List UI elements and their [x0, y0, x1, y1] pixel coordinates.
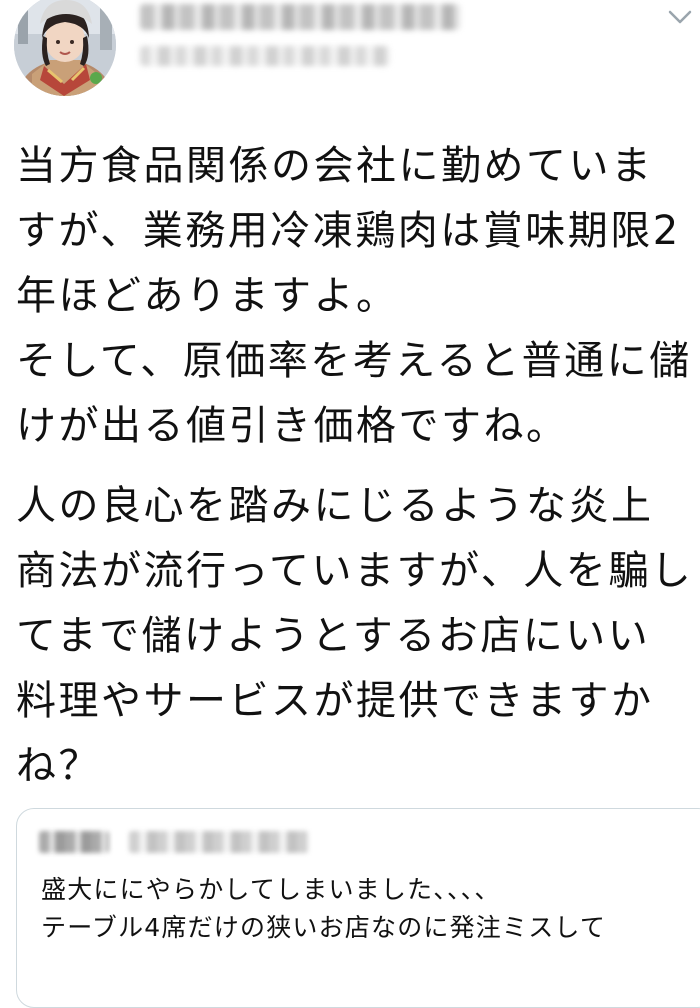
- tweet-line: そして、原価率を考えると普通に儲: [16, 338, 692, 384]
- avatar-photo: [14, 0, 116, 96]
- tweet-line: ね？: [16, 743, 101, 789]
- username-redacted: [140, 46, 390, 66]
- quoted-tweet[interactable]: 盛大ににやらかしてしまいました、、、、 テーブル4席だけの狭いお店なのに発注ミス…: [16, 808, 700, 1008]
- tweet-paragraph-2: 人の良心を踏みにじるような炎上 商法が流行っていますが、人を騙し てまで儲けよう…: [16, 474, 700, 799]
- tweet-line: 年ほどありますよ。: [16, 273, 399, 319]
- quoted-tweet-text: 盛大ににやらかしてしまいました、、、、 テーブル4席だけの狭いお店なのに発注ミス…: [41, 871, 606, 947]
- chevron-down-glyph: [668, 10, 692, 24]
- avatar[interactable]: [14, 0, 116, 96]
- tweet-line: 当方食品関係の会社に勤めていま: [16, 143, 654, 189]
- quoted-line: テーブル4席だけの狭いお店なのに発注ミスして: [41, 913, 607, 942]
- tweet-line: 料理やサービスが提供できますか: [16, 678, 654, 724]
- tweet: 当方食品関係の会社に勤めていま すが、業務用冷凍鶏肉は賞味期限2 年ほどあります…: [0, 0, 700, 1008]
- tweet-line: 人の良心を踏みにじるような炎上: [16, 483, 654, 529]
- quoted-display-name-redacted: [39, 831, 109, 853]
- tweet-line: 商法が流行っていますが、人を騙し: [16, 548, 694, 594]
- chevron-down-icon[interactable]: [666, 8, 694, 26]
- tweet-header: [14, 0, 694, 100]
- quoted-username-redacted: [129, 831, 309, 853]
- tweet-line: すが、業務用冷凍鶏肉は賞味期限2: [16, 208, 681, 254]
- tweet-line: てまで儲けようとするお店にいい: [16, 613, 651, 659]
- quoted-line: 盛大ににやらかしてしまいました、、、、: [41, 875, 501, 904]
- display-name-redacted: [140, 4, 460, 30]
- tweet-text: 当方食品関係の会社に勤めていま すが、業務用冷凍鶏肉は賞味期限2 年ほどあります…: [16, 134, 700, 799]
- tweet-paragraph-1: 当方食品関係の会社に勤めていま すが、業務用冷凍鶏肉は賞味期限2 年ほどあります…: [16, 134, 700, 459]
- tweet-line: けが出る値引き価格ですね。: [16, 403, 569, 449]
